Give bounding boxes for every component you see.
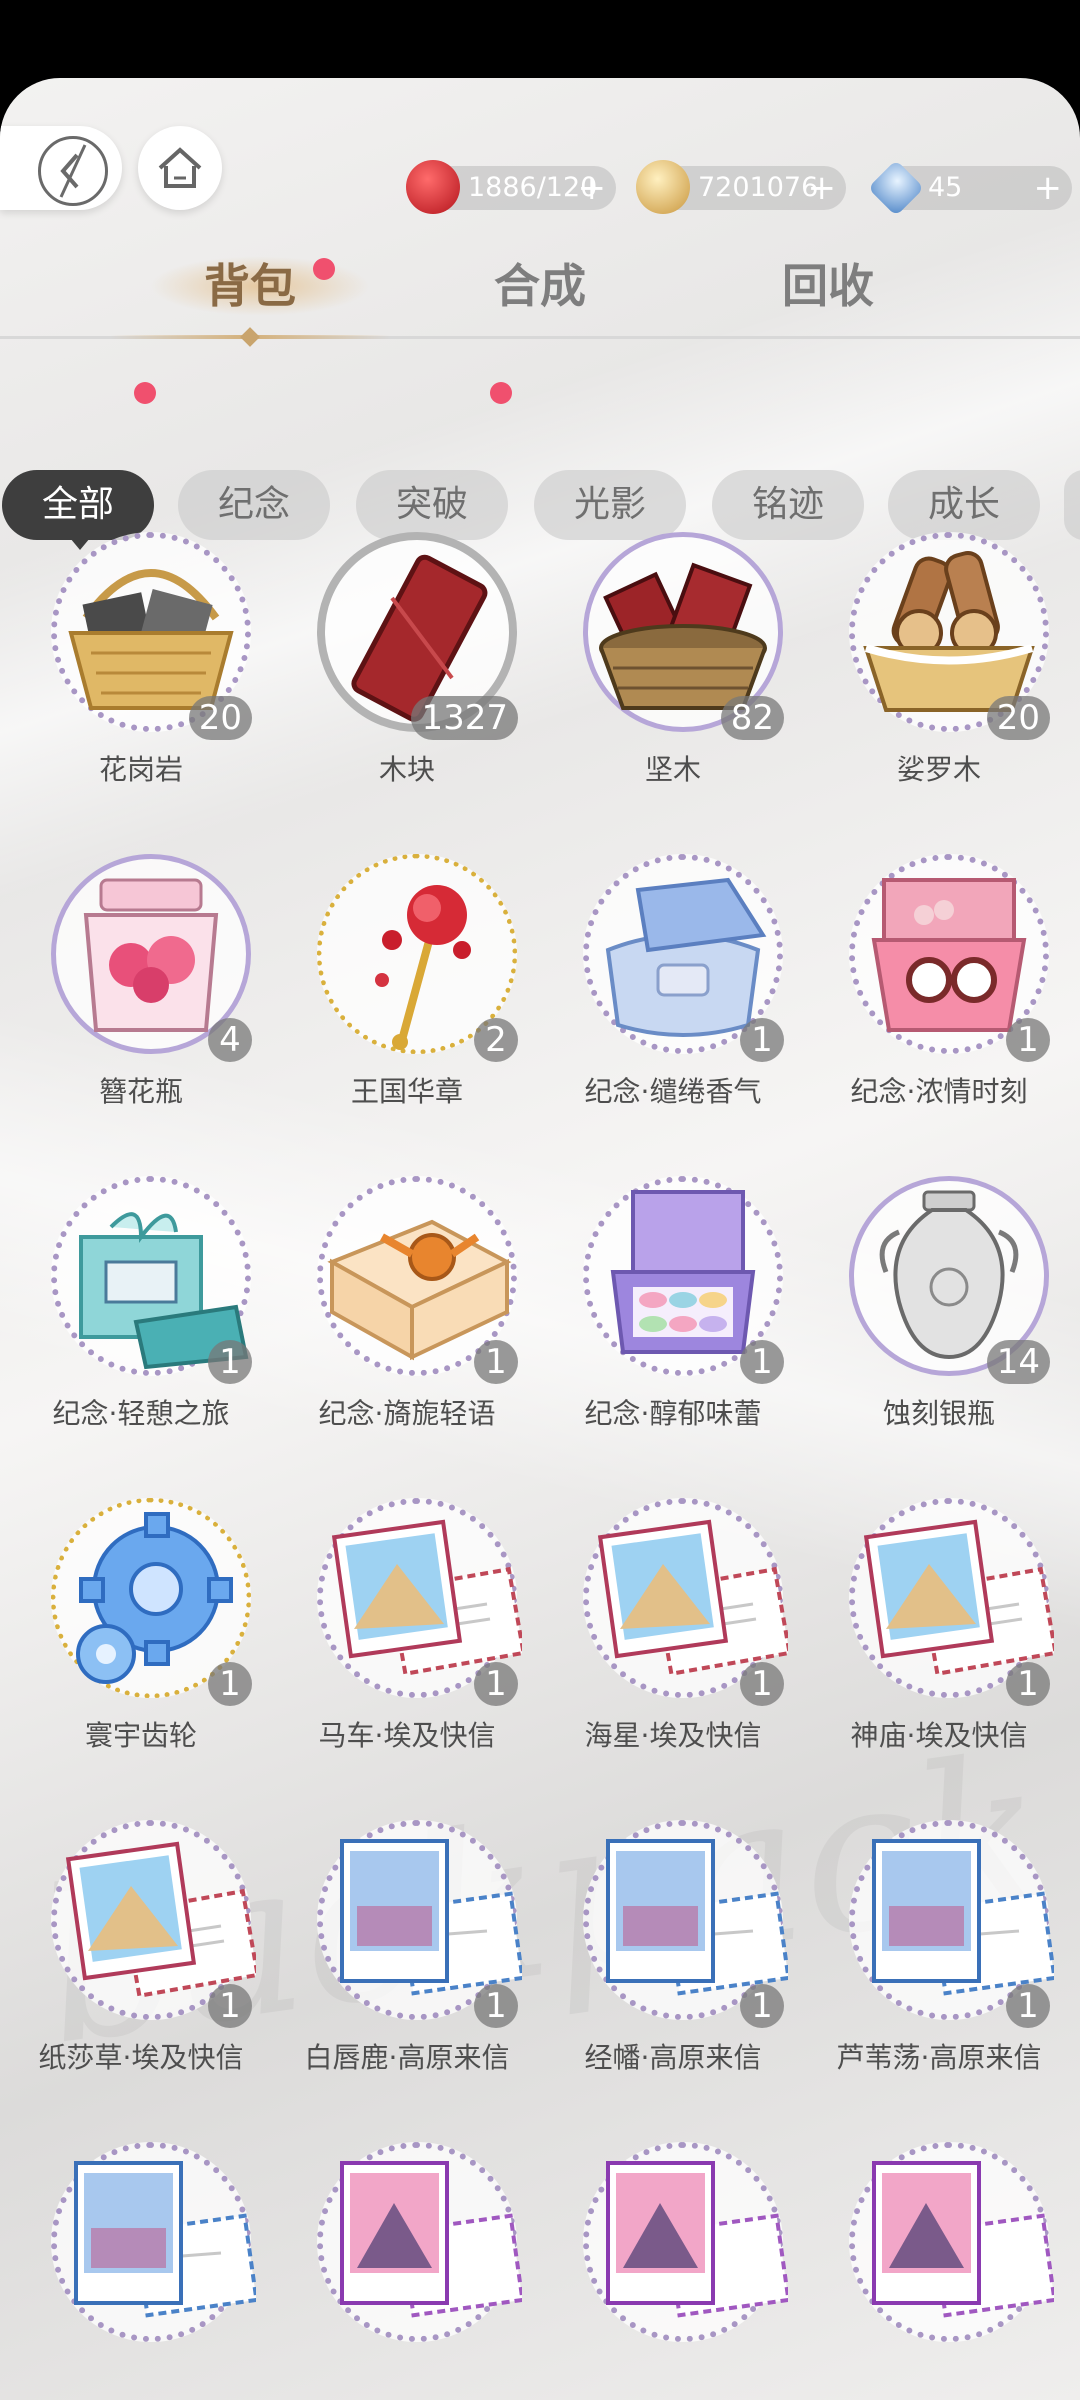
chip-breakthrough[interactable]: 突破	[356, 470, 508, 540]
apple-icon	[406, 160, 460, 214]
main-tabs: 背包 合成 回收	[0, 250, 1080, 340]
item-count-badge: 82	[720, 696, 784, 740]
item-count-badge: 1	[208, 1340, 252, 1384]
inventory-item[interactable]: 1 纪念·旖旎轻语	[274, 1176, 540, 1466]
inventory-item[interactable]: 4 簪花瓶	[8, 854, 274, 1144]
item-count-badge: 1	[1006, 1984, 1050, 2028]
inventory-item[interactable]: 1 马车·埃及快信	[274, 1498, 540, 1788]
item-name: 纸莎草·埃及快信	[38, 2041, 244, 2074]
diamond-gem-icon	[867, 159, 925, 217]
chip-growth[interactable]: 成长	[888, 470, 1040, 540]
pyramid-postcard-icon	[844, 2148, 1057, 2342]
item-name: 纪念·浓情时刻	[850, 1075, 1028, 1108]
item-name: 坚木	[644, 753, 701, 786]
inventory-item[interactable]: 1 纪念·浓情时刻	[806, 854, 1072, 1144]
item-name: 海星·埃及快信	[584, 1719, 762, 1752]
inventory-item[interactable]: 1327 木块	[274, 532, 540, 822]
stamina-resource[interactable]: 1886/120 +	[406, 160, 616, 214]
tab-synthesis[interactable]: 合成	[494, 250, 586, 316]
tab-recycle[interactable]: 回收	[782, 250, 874, 316]
notification-dot	[313, 258, 335, 280]
item-count-badge: 1	[1006, 1662, 1050, 1706]
home-icon	[158, 147, 202, 188]
inventory-item[interactable]: 1 神庙·埃及快信	[806, 1498, 1072, 1788]
item-count-badge: 1	[208, 1662, 252, 1706]
inventory-item[interactable]	[274, 2142, 540, 2400]
item-name: 娑罗木	[896, 753, 981, 786]
plateau-postcard-icon	[46, 2148, 259, 2342]
item-count-badge: 20	[986, 696, 1050, 740]
add-diamond-button[interactable]: +	[1034, 168, 1063, 208]
home-button[interactable]	[138, 126, 222, 210]
item-name: 白唇鹿·高原来信	[304, 2041, 510, 2074]
item-name: 纪念·醇郁味蕾	[584, 1397, 762, 1430]
chip-inscription[interactable]: 铭迹	[712, 470, 864, 540]
item-name: 神庙·埃及快信	[850, 1719, 1028, 1752]
item-count-badge: 2	[474, 1018, 518, 1062]
item-name: 纪念·旖旎轻语	[318, 1397, 496, 1430]
item-name: 纪念·缱绻香气	[584, 1075, 762, 1108]
chip-memorial[interactable]: 纪念	[178, 470, 330, 540]
item-count-badge: 1	[740, 1018, 784, 1062]
notification-dot	[490, 382, 512, 404]
chip-light-shadow[interactable]: 光影	[534, 470, 686, 540]
item-count-badge: 1327	[411, 696, 518, 740]
diamond-resource[interactable]: 45 +	[867, 159, 1072, 217]
inventory-item[interactable]: 1 纸莎草·埃及快信	[8, 1820, 274, 2110]
inventory-panel: backpack 1886/120 + 7201076 + 45 + 背包 合成…	[0, 78, 1080, 2400]
item-count-badge: 1	[474, 1340, 518, 1384]
tab-backpack[interactable]: 背包	[204, 250, 296, 316]
gold-coin-icon	[636, 160, 690, 214]
chip-more[interactable]	[1064, 470, 1080, 540]
gold-resource[interactable]: 7201076 +	[636, 160, 846, 214]
pyramid-postcard-icon	[578, 2148, 791, 2342]
item-name: 花岗岩	[98, 753, 183, 786]
item-name: 寰宇齿轮	[84, 1719, 197, 1752]
inventory-item[interactable]: 20 花岗岩	[8, 532, 274, 822]
item-count-badge: 20	[188, 696, 252, 740]
inventory-item[interactable]: 1 经幡·高原来信	[540, 1820, 806, 2110]
item-name: 经幡·高原来信	[584, 2041, 762, 2074]
inventory-item[interactable]	[8, 2142, 274, 2400]
inventory-item[interactable]: 1 纪念·缱绻香气	[540, 854, 806, 1144]
item-count-badge: 1	[740, 1984, 784, 2028]
back-arrow-icon	[38, 136, 108, 206]
inventory-item[interactable]: 1 白唇鹿·高原来信	[274, 1820, 540, 2110]
item-name: 簪花瓶	[98, 1075, 183, 1108]
add-stamina-button[interactable]: +	[578, 168, 607, 208]
inventory-item[interactable]: 1 寰宇齿轮	[8, 1498, 274, 1788]
item-name: 纪念·轻憩之旅	[52, 1397, 230, 1430]
item-count-badge: 1	[740, 1662, 784, 1706]
item-count-badge: 14	[986, 1340, 1050, 1384]
item-count-badge: 1	[208, 1984, 252, 2028]
category-chips: 全部 纪念 突破 光影 铭迹 成长	[0, 470, 1080, 540]
inventory-item[interactable]	[540, 2142, 806, 2400]
item-name: 马车·埃及快信	[318, 1719, 496, 1752]
pyramid-postcard-icon	[312, 2148, 525, 2342]
inventory-item[interactable]: 82 坚木	[540, 532, 806, 822]
item-name: 蚀刻银瓶	[882, 1397, 995, 1430]
notification-dot	[134, 382, 156, 404]
inventory-item[interactable]: 1 海星·埃及快信	[540, 1498, 806, 1788]
chip-all[interactable]: 全部	[2, 470, 154, 540]
item-name: 木块	[378, 753, 435, 786]
inventory-item[interactable]: 1 芦苇荡·高原来信	[806, 1820, 1072, 2110]
inventory-item[interactable]	[806, 2142, 1072, 2400]
inventory-item[interactable]: 20 娑罗木	[806, 532, 1072, 822]
item-count-badge: 1	[740, 1340, 784, 1384]
item-count-badge: 4	[208, 1018, 252, 1062]
item-name: 芦苇荡·高原来信	[836, 2041, 1042, 2074]
add-gold-button[interactable]: +	[808, 168, 837, 208]
inventory-item[interactable]: 14 蚀刻银瓶	[806, 1176, 1072, 1466]
inventory-item[interactable]: 1 纪念·醇郁味蕾	[540, 1176, 806, 1466]
item-name: 王国华章	[350, 1075, 463, 1108]
item-count-badge: 1	[1006, 1018, 1050, 1062]
item-count-badge: 1	[474, 1662, 518, 1706]
item-count-badge: 1	[474, 1984, 518, 2028]
inventory-item[interactable]: 1 纪念·轻憩之旅	[8, 1176, 274, 1466]
back-button[interactable]	[0, 126, 122, 210]
inventory-item[interactable]: 2 王国华章	[274, 854, 540, 1144]
